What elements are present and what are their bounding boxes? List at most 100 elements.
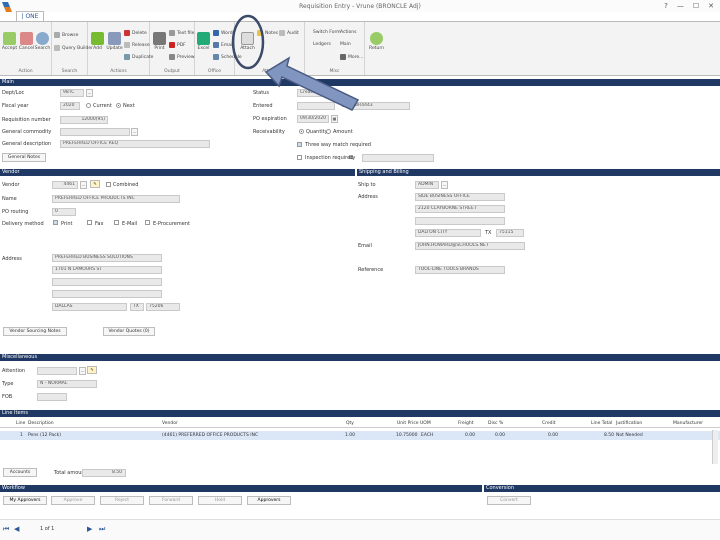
- vendor-lookup-button[interactable]: …: [80, 181, 87, 189]
- my-approvers-button[interactable]: My Approvers: [3, 496, 47, 505]
- fob-field[interactable]: [37, 393, 67, 401]
- col-justification[interactable]: Justification: [616, 421, 642, 426]
- ship-city-field: DALTON CITY: [415, 229, 481, 237]
- ribbon-tab-one[interactable]: | ONE: [16, 11, 44, 21]
- more-menu-button[interactable]: More...: [340, 54, 363, 60]
- pdf-button[interactable]: PDF: [169, 42, 186, 48]
- reference-field[interactable]: TOOL-LINE TOOLS BRANDS: [415, 266, 505, 274]
- browse-button[interactable]: Browse: [54, 32, 78, 38]
- commodity-lookup-button[interactable]: …: [131, 128, 138, 136]
- col-description[interactable]: Description: [28, 421, 54, 426]
- maximize-icon[interactable]: ☐: [693, 2, 699, 10]
- print-checkbox[interactable]: [53, 220, 58, 225]
- first-record-icon[interactable]: ⏮: [3, 525, 9, 534]
- dept-loc-lookup-button[interactable]: …: [86, 89, 93, 97]
- main-button[interactable]: Main: [340, 42, 351, 47]
- cancel-button[interactable]: Cancel: [18, 32, 35, 51]
- last-record-icon[interactable]: ⏭: [99, 525, 105, 534]
- quantity-label: Quantity: [306, 129, 328, 135]
- accept-button[interactable]: Accept: [1, 32, 18, 51]
- audit-button[interactable]: Audit: [279, 30, 299, 36]
- release-button[interactable]: Release: [124, 42, 150, 48]
- forward-button[interactable]: Forward: [149, 496, 193, 505]
- general-description-field[interactable]: PREFERRED OFFICE REQ: [60, 140, 210, 148]
- three-way-checkbox[interactable]: [297, 142, 302, 147]
- combined-checkbox[interactable]: [106, 182, 111, 187]
- ship-to-lookup-button[interactable]: …: [441, 181, 448, 189]
- email-button[interactable]: Email: [213, 42, 234, 48]
- eprocurement-checkbox[interactable]: [145, 220, 150, 225]
- approvers-button[interactable]: Approvers: [247, 496, 291, 505]
- accounts-button[interactable]: Accounts: [3, 468, 37, 477]
- vendor-address-line-4: [52, 290, 162, 298]
- delete-button[interactable]: Delete: [124, 30, 147, 36]
- minimize-icon[interactable]: —: [677, 2, 684, 10]
- col-uom[interactable]: UOM: [420, 421, 431, 426]
- col-disc[interactable]: Disc %: [488, 421, 503, 426]
- calendar-icon[interactable]: ▦: [331, 115, 338, 123]
- add-button[interactable]: Add: [89, 32, 106, 51]
- attention-field[interactable]: [37, 367, 77, 375]
- word-button[interactable]: Word: [213, 30, 233, 36]
- inspection-by-field[interactable]: [362, 154, 434, 162]
- email-checkbox[interactable]: [114, 220, 119, 225]
- switch-form-button[interactable]: Switch Form: [313, 30, 341, 35]
- inspection-label: Inspection required: [305, 155, 354, 161]
- col-line-total[interactable]: Line Total: [591, 421, 612, 426]
- vendor-field[interactable]: 4461: [52, 181, 78, 189]
- return-button[interactable]: Return: [368, 32, 385, 51]
- vendor-name-field: PREFERRED OFFICE PRODUCTS INC: [52, 195, 180, 203]
- text-file-button[interactable]: Text file: [169, 30, 194, 36]
- col-unit-price[interactable]: Unit Price: [397, 421, 419, 426]
- grid-scrollbar[interactable]: [712, 430, 718, 464]
- current-radio[interactable]: [86, 103, 91, 108]
- update-button[interactable]: Update: [106, 32, 123, 51]
- dept-loc-field[interactable]: 98TC: [60, 89, 84, 97]
- print-button[interactable]: Print: [151, 32, 168, 51]
- col-qty[interactable]: Qty: [346, 421, 354, 426]
- close-icon[interactable]: ✕: [708, 2, 714, 10]
- type-select[interactable]: N - NORMAL: [37, 380, 97, 388]
- po-routing-field[interactable]: 0: [52, 208, 76, 216]
- approve-button[interactable]: Approve: [51, 496, 95, 505]
- col-line[interactable]: Line: [16, 421, 25, 426]
- hold-button[interactable]: Hold: [198, 496, 242, 505]
- attach-button[interactable]: Attach: [239, 32, 256, 51]
- col-manufacturer[interactable]: Manufacturer: [673, 421, 703, 426]
- ship-zip-field: 75115: [496, 229, 524, 237]
- ribbon: Accept Cancel Search Action Browse Query…: [0, 21, 720, 76]
- vendor-sourcing-notes-button[interactable]: Vendor Sourcing Notes: [3, 327, 67, 336]
- requisition-number-field[interactable]: 12000(95): [60, 116, 108, 124]
- next-radio[interactable]: [116, 103, 121, 108]
- help-icon[interactable]: ?: [664, 2, 668, 10]
- attention-notes-icon[interactable]: ✎: [87, 366, 97, 374]
- col-freight[interactable]: Freight: [458, 421, 474, 426]
- cell-freight: 0.00: [465, 433, 476, 438]
- col-vendor[interactable]: Vendor: [162, 421, 178, 426]
- vendor-quotes-button[interactable]: Vendor Quotes (0): [103, 327, 155, 336]
- previous-record-icon[interactable]: ◀: [14, 525, 19, 533]
- col-credit[interactable]: Credit: [542, 421, 556, 426]
- fax-checkbox[interactable]: [87, 220, 92, 225]
- convert-button[interactable]: Convert: [487, 496, 531, 505]
- vendor-notes-icon[interactable]: ✎: [90, 180, 100, 188]
- notes-button[interactable]: Notes: [257, 30, 278, 36]
- excel-button[interactable]: Excel: [195, 32, 212, 51]
- ship-to-field[interactable]: ADMIN: [415, 181, 439, 189]
- preview-button[interactable]: Preview: [169, 54, 195, 60]
- quantity-radio[interactable]: [299, 129, 304, 134]
- po-expiration-field[interactable]: 09/30/2020: [297, 115, 329, 123]
- next-record-icon[interactable]: ▶: [87, 525, 92, 533]
- entered-field: [297, 102, 335, 110]
- table-row[interactable]: 1 Pens (12 Pack) (4461) PREFERRED OFFICE…: [0, 431, 720, 440]
- amount-radio[interactable]: [326, 129, 331, 134]
- reject-button[interactable]: Reject: [100, 496, 144, 505]
- actions-menu-button[interactable]: Actions: [340, 30, 356, 35]
- ledgers-button[interactable]: Ledgers: [313, 42, 331, 47]
- inspection-checkbox[interactable]: [297, 155, 302, 160]
- general-commodity-field[interactable]: [60, 128, 130, 136]
- attention-lookup-button[interactable]: …: [79, 367, 86, 375]
- search-button[interactable]: Search: [34, 32, 51, 51]
- fiscal-year-field[interactable]: 2020: [60, 102, 80, 110]
- general-notes-button[interactable]: General Notes: [2, 153, 46, 162]
